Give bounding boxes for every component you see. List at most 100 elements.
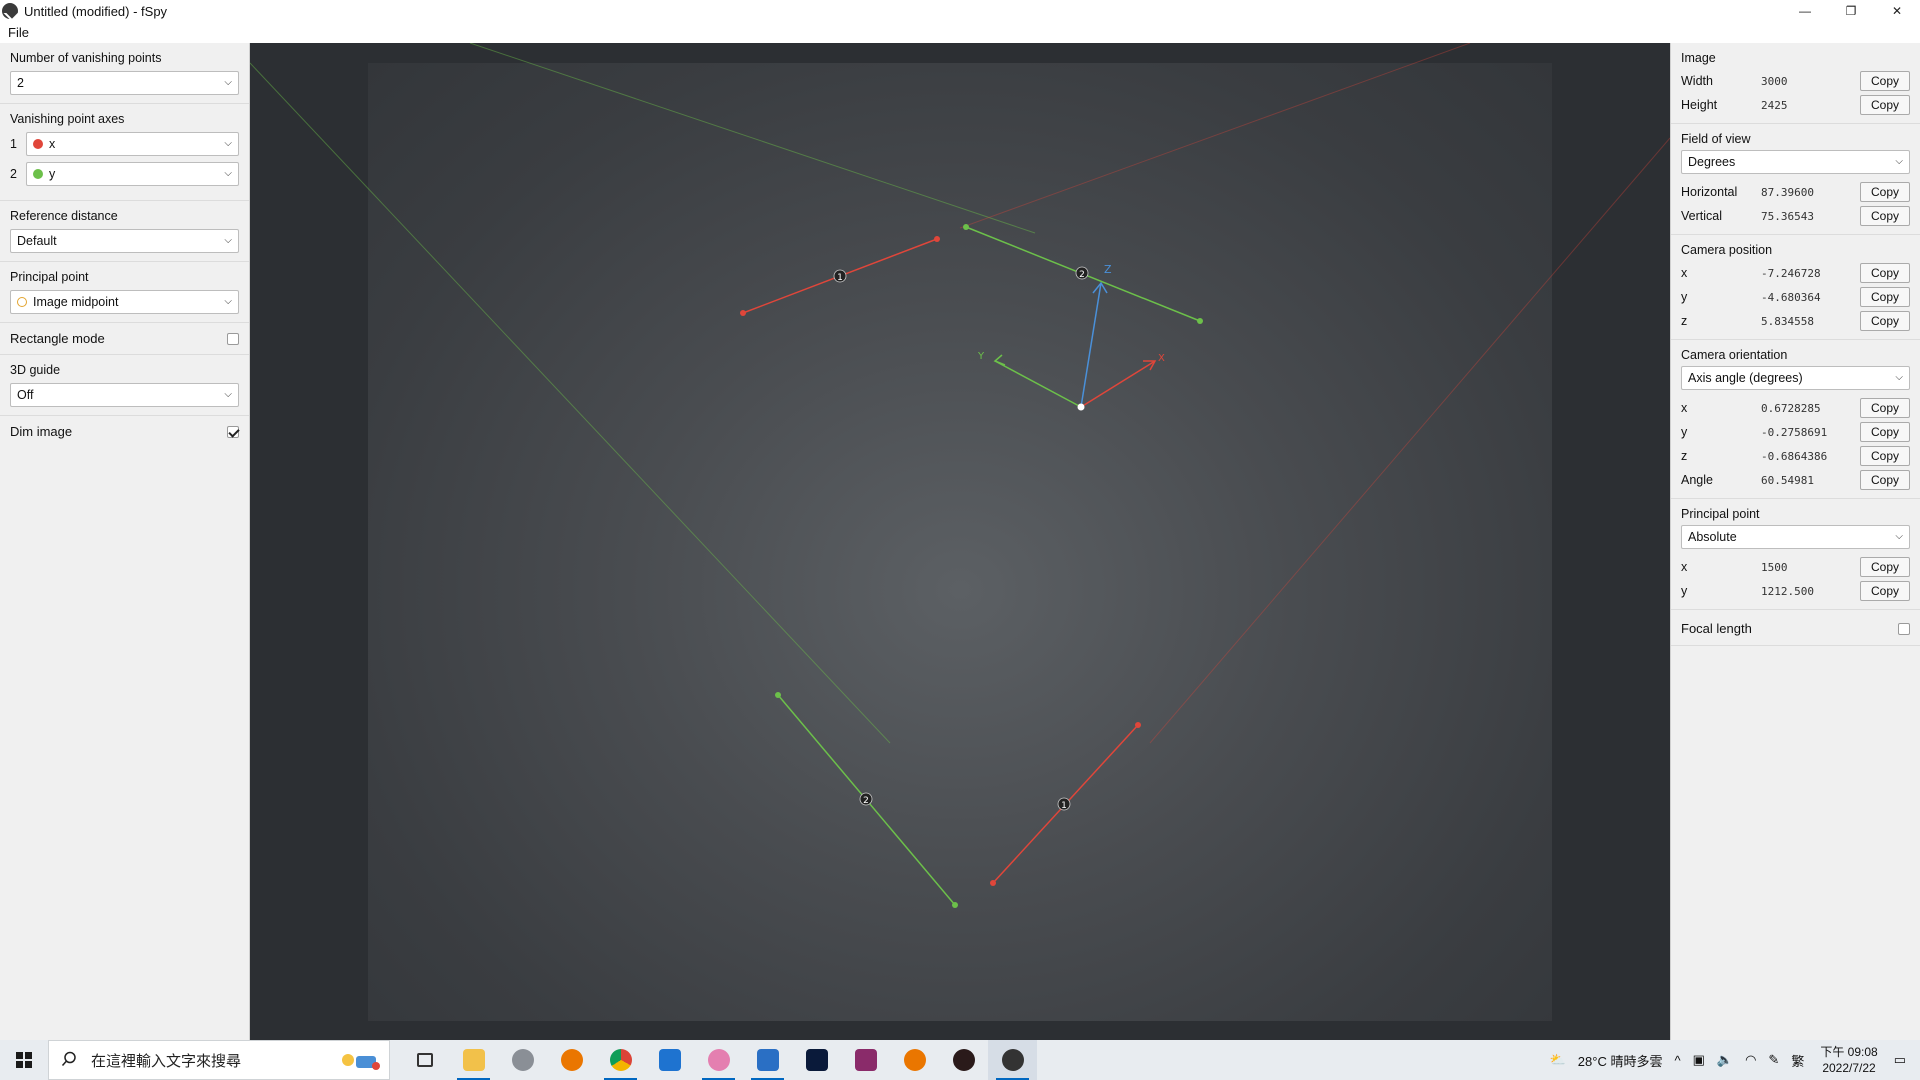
- copy-button[interactable]: Copy: [1860, 206, 1910, 226]
- input-language[interactable]: 繁: [1791, 1051, 1804, 1070]
- vp-axis-2-select[interactable]: y ⌵: [26, 162, 239, 186]
- vp-axis-1-value: x: [49, 137, 56, 151]
- vp2-handle-b-end[interactable]: [952, 902, 958, 908]
- fov-vertical-label: Vertical: [1681, 209, 1722, 223]
- vp-axis-number: 1: [10, 137, 17, 151]
- chrome-icon[interactable]: [596, 1040, 645, 1080]
- copy-button[interactable]: Copy: [1860, 557, 1910, 577]
- copy-button[interactable]: Copy: [1860, 581, 1910, 601]
- red-dot-icon: [33, 139, 43, 149]
- vp1-handle-a-start[interactable]: [740, 310, 746, 316]
- meet-icon[interactable]: ▣: [1693, 1052, 1705, 1068]
- orientation-format-select[interactable]: Axis angle (degrees) ⌵: [1681, 366, 1910, 390]
- clock[interactable]: 下午 09:08 2022/7/22: [1820, 1044, 1877, 1076]
- record-app-icon[interactable]: [939, 1040, 988, 1080]
- principal-point-select[interactable]: Image midpoint ⌵: [10, 290, 239, 314]
- window-app-icon[interactable]: [743, 1040, 792, 1080]
- vp2-handle-a-end[interactable]: [1197, 318, 1203, 324]
- windows-logo-icon: [16, 1052, 32, 1068]
- guide-title: 3D guide: [10, 363, 61, 377]
- guide-select[interactable]: Off ⌵: [10, 383, 239, 407]
- x-axis-line: [1080, 360, 1156, 408]
- fov-horizontal-row: Horizontal 87.39600 Copy: [1681, 180, 1910, 204]
- vp1-marker-label: 1: [837, 273, 843, 283]
- rect-mode-section: Rectangle mode: [0, 323, 249, 355]
- y-axis-label: Y: [977, 351, 985, 362]
- notification-icon[interactable]: ▭: [1894, 1052, 1906, 1068]
- camera-position-row: x -7.246728 Copy: [1681, 261, 1910, 285]
- copy-button[interactable]: Copy: [1860, 263, 1910, 283]
- fspy-taskbar-icon[interactable]: [988, 1040, 1037, 1080]
- camera-position-row: y -4.680364 Copy: [1681, 285, 1910, 309]
- vp2-handle-a-start[interactable]: [963, 224, 969, 230]
- task-view-icon[interactable]: [400, 1040, 449, 1080]
- chevron-up-icon[interactable]: ^: [1674, 1053, 1680, 1068]
- window-title: Untitled (modified) - fSpy: [24, 3, 168, 19]
- chevron-down-icon: ⌵: [224, 138, 232, 149]
- minimize-button[interactable]: —: [1782, 0, 1828, 22]
- vp1-marker-top: 1: [833, 269, 847, 283]
- image-canvas[interactable]: 1 2 2 1 Z X Y: [250, 43, 1670, 1040]
- orientation-y-value: -0.2758691: [1761, 425, 1828, 439]
- menu-file[interactable]: File: [8, 25, 29, 40]
- taskbar-apps: [400, 1040, 1037, 1080]
- rect-mode-checkbox[interactable]: [227, 332, 239, 345]
- search-icon: [61, 1051, 77, 1070]
- copy-button[interactable]: Copy: [1860, 446, 1910, 466]
- orientation-row: Angle 60.54981 Copy: [1681, 468, 1910, 492]
- menu-bar: File: [0, 22, 1920, 43]
- weather-text[interactable]: 28°C 晴時多雲: [1578, 1051, 1663, 1070]
- volume-icon[interactable]: 🔈: [1717, 1052, 1733, 1068]
- fov-unit-value: Degrees: [1688, 155, 1736, 169]
- mail-icon[interactable]: [645, 1040, 694, 1080]
- vp1-handle-b-end[interactable]: [1135, 722, 1141, 728]
- principal-point-result-section: Principal point Absolute ⌵ x 1500 Copy y…: [1671, 499, 1920, 610]
- copy-button[interactable]: Copy: [1860, 95, 1910, 115]
- pen-icon[interactable]: ✎: [1768, 1052, 1779, 1068]
- fov-section: Field of view Degrees ⌵ Horizontal 87.39…: [1671, 124, 1920, 235]
- copy-button[interactable]: Copy: [1860, 311, 1910, 331]
- principal-point-format-select[interactable]: Absolute ⌵: [1681, 525, 1910, 549]
- dim-image-checkbox[interactable]: [227, 425, 239, 438]
- vp-count-title: Number of vanishing points: [10, 51, 162, 65]
- copy-button[interactable]: Copy: [1860, 182, 1910, 202]
- orientation-row: z -0.6864386 Copy: [1681, 444, 1910, 468]
- rect-mode-label: Rectangle mode: [10, 331, 105, 346]
- fov-unit-select[interactable]: Degrees ⌵: [1681, 150, 1910, 174]
- vp-axis-1-select[interactable]: x ⌵: [26, 132, 239, 156]
- copy-button[interactable]: Copy: [1860, 398, 1910, 418]
- vp-count-select[interactable]: 2 ⌵: [10, 71, 239, 95]
- chevron-down-icon: ⌵: [1895, 531, 1903, 542]
- copy-button[interactable]: Copy: [1860, 71, 1910, 91]
- copy-button[interactable]: Copy: [1860, 422, 1910, 442]
- fspy-app-icon: [2, 3, 18, 19]
- photoshop-icon[interactable]: [792, 1040, 841, 1080]
- chevron-down-icon: ⌵: [224, 77, 232, 88]
- winrar-icon[interactable]: [841, 1040, 890, 1080]
- vp1-handle-a-end[interactable]: [934, 236, 940, 242]
- swirl-app-icon[interactable]: [498, 1040, 547, 1080]
- orientation-angle-label: Angle: [1681, 473, 1713, 487]
- copy-button[interactable]: Copy: [1860, 287, 1910, 307]
- title-bar: Untitled (modified) - fSpy — ❐ ✕: [0, 0, 1920, 22]
- blender-icon[interactable]: [547, 1040, 596, 1080]
- fov-vertical-value: 75.36543: [1761, 209, 1814, 223]
- origin-handle[interactable]: [1077, 403, 1085, 411]
- vp2-handle-b-start[interactable]: [775, 692, 781, 698]
- focal-length-checkbox[interactable]: [1898, 622, 1910, 635]
- chevron-down-icon: ⌵: [1895, 372, 1903, 383]
- news-widget-icon[interactable]: [334, 1046, 384, 1074]
- ref-distance-select[interactable]: Default ⌵: [10, 229, 239, 253]
- blender-alt-icon[interactable]: [890, 1040, 939, 1080]
- file-explorer-icon[interactable]: [449, 1040, 498, 1080]
- maximize-button[interactable]: ❐: [1828, 0, 1874, 22]
- paint-app-icon[interactable]: [694, 1040, 743, 1080]
- close-button[interactable]: ✕: [1874, 0, 1920, 22]
- network-icon[interactable]: ◠: [1745, 1052, 1756, 1068]
- start-button[interactable]: [0, 1040, 48, 1080]
- vp1-handle-b-start[interactable]: [990, 880, 996, 886]
- y-axis-line: [994, 360, 1082, 408]
- copy-button[interactable]: Copy: [1860, 470, 1910, 490]
- camera-orientation-section: Camera orientation Axis angle (degrees) …: [1671, 340, 1920, 499]
- image-height-row: Height 2425 Copy: [1681, 93, 1910, 117]
